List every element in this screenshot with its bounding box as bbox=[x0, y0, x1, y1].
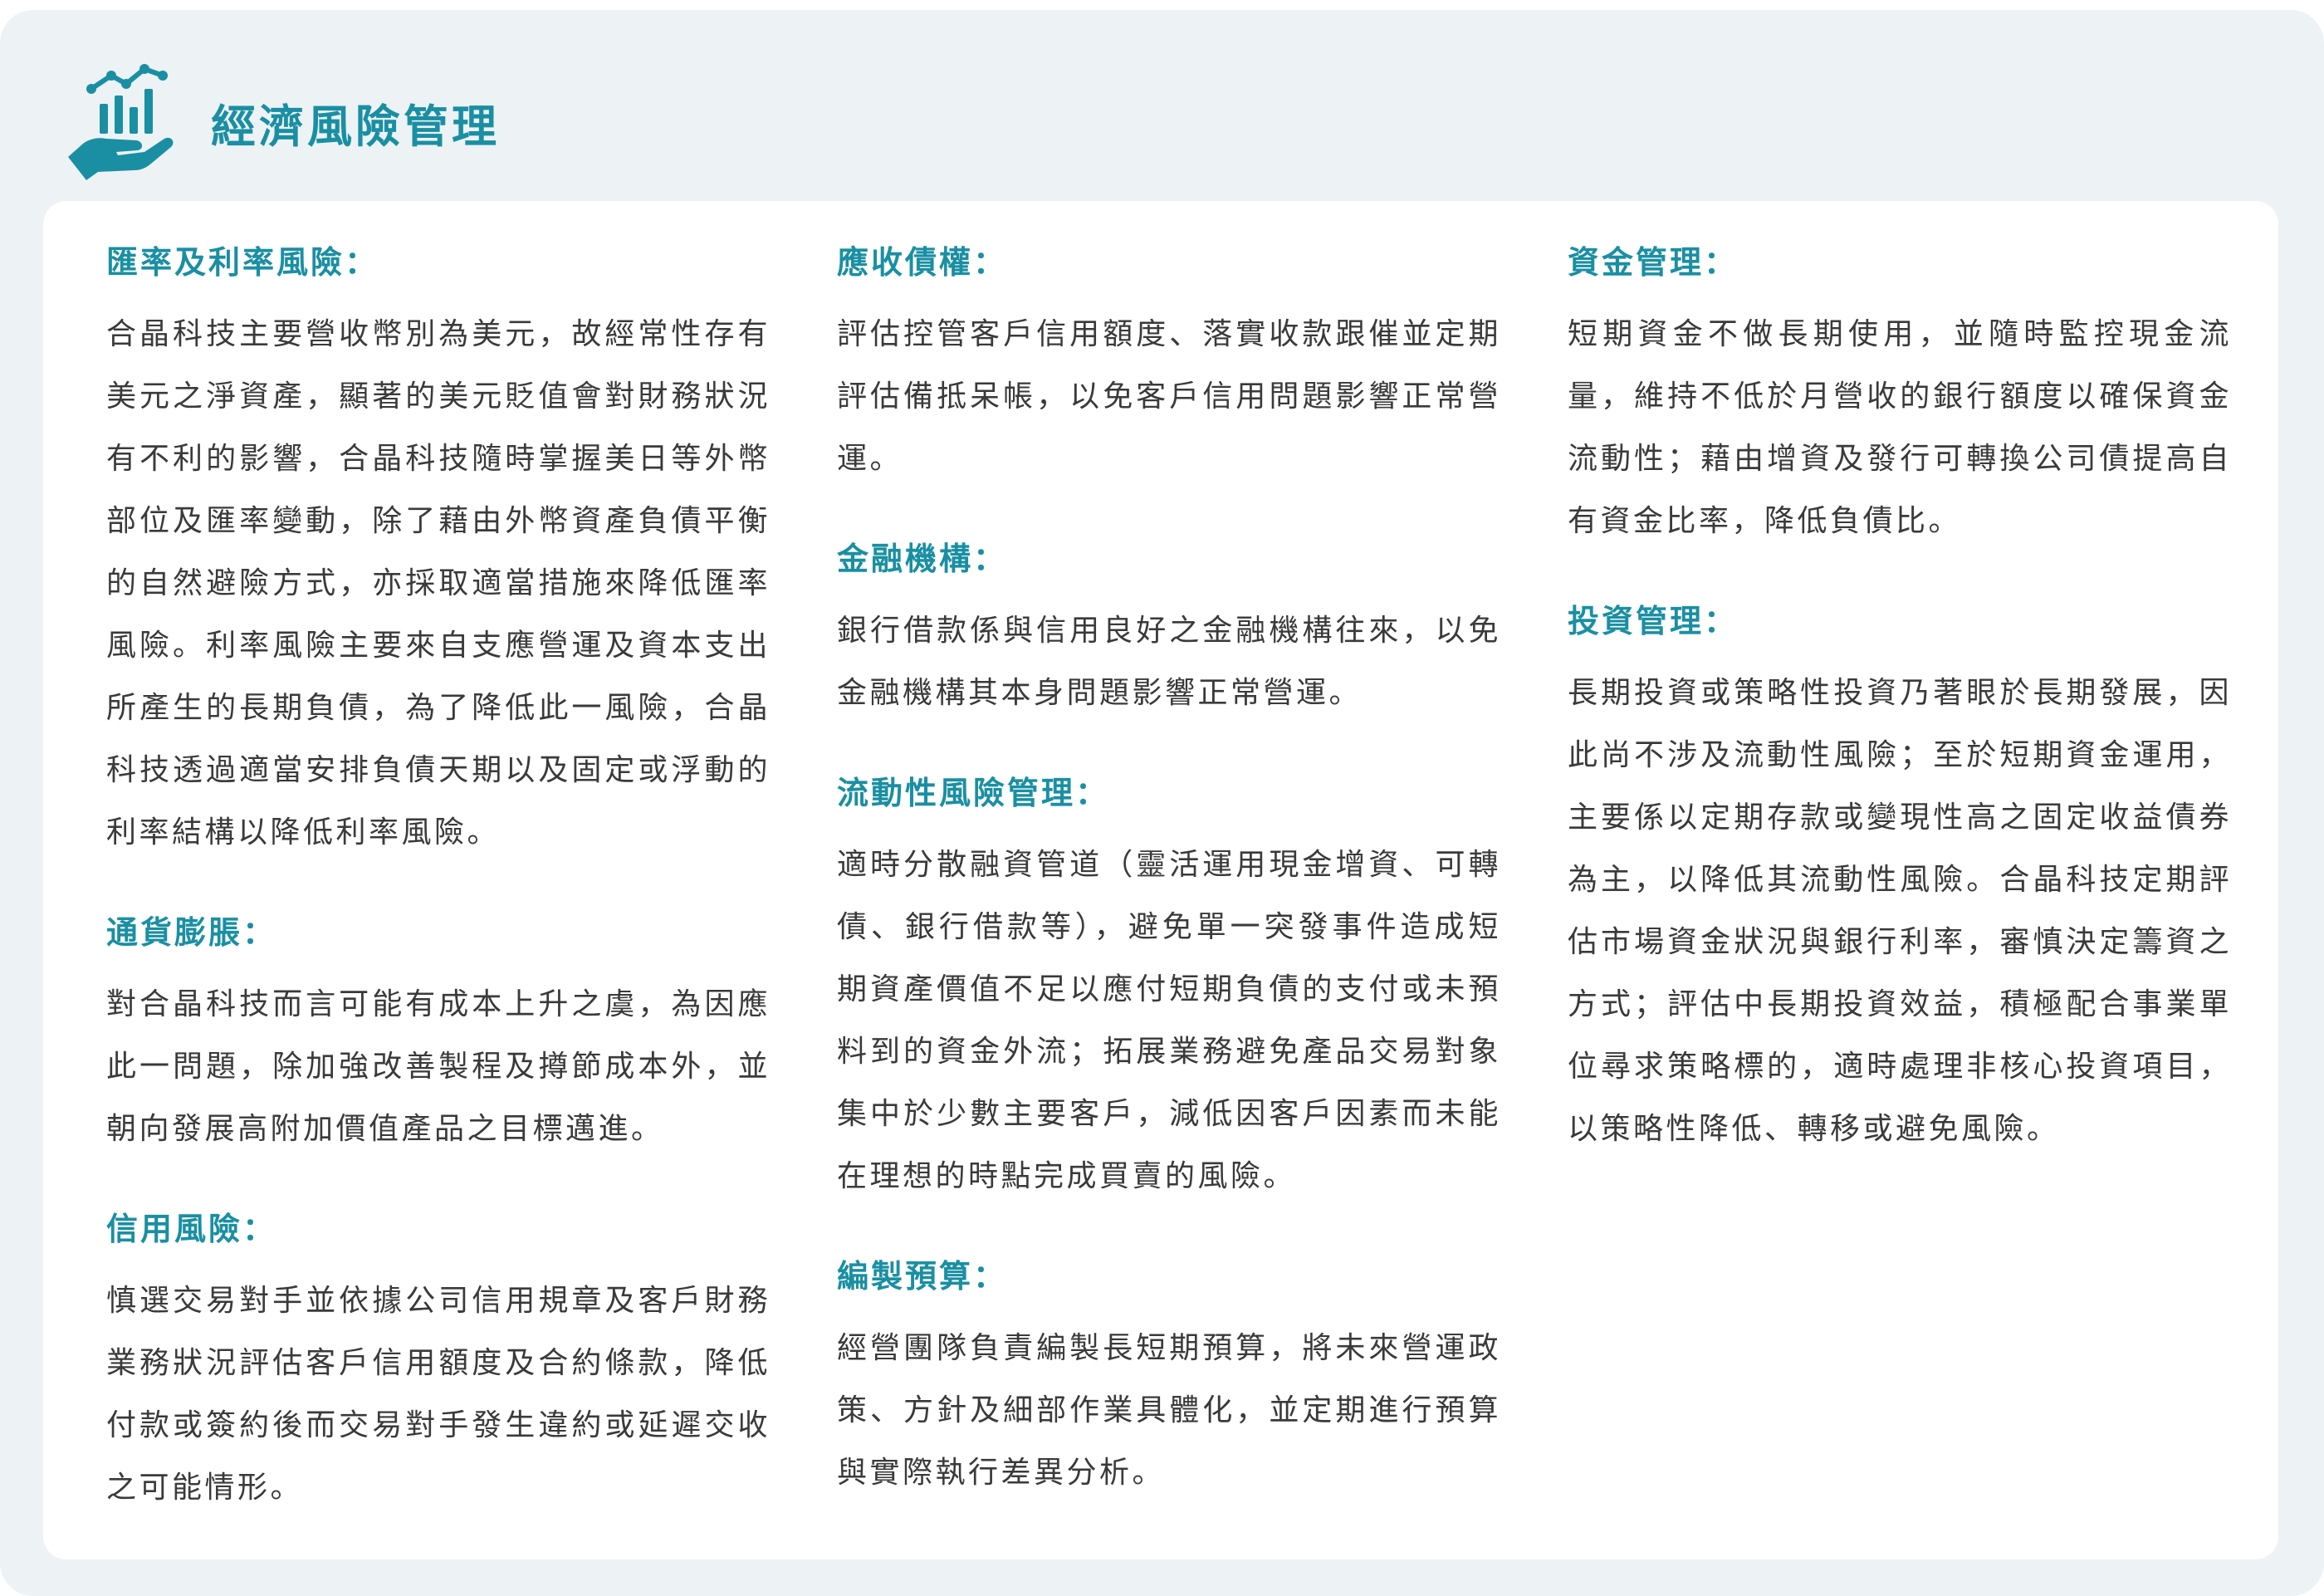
section-inflation: 通貨膨脹： 對合晶科技而言可能有成本上升之虞，為因應此一問題，除加強改善製程及撙… bbox=[106, 908, 771, 1160]
section-heading: 投資管理： bbox=[1568, 603, 1739, 639]
section-investment-management: 投資管理： 長期投資或策略性投資乃著眼於長期發展，因此尚不涉及流動性風險；至於短… bbox=[1568, 597, 2232, 1160]
page-title: 經濟風險管理 bbox=[211, 100, 500, 153]
section-credit-risk: 信用風險： 慎選交易對手並依據公司信用規章及客戶財務業務狀況評估客戶信用額度及合… bbox=[106, 1205, 771, 1519]
section-heading: 匯率及利率風險： bbox=[106, 244, 379, 281]
section-body: 銀行借款係與信用良好之金融機構往來，以免金融機構其本身問題影響正常營運。 bbox=[837, 614, 1501, 710]
section-body: 對合晶科技而言可能有成本上升之虞，為因應此一問題，除加強改善製程及撙節成本外，並… bbox=[106, 987, 771, 1146]
section-heading: 資金管理： bbox=[1568, 244, 1739, 281]
column-left: 匯率及利率風險： 合晶科技主要營收幣別為美元，故經常性存有美元之淨資產，顯著的美… bbox=[106, 238, 771, 1564]
section-heading: 應收債權： bbox=[837, 244, 1008, 281]
section-financial-institutions: 金融機構： 銀行借款係與信用良好之金融機構往來，以免金融機構其本身問題影響正常營… bbox=[837, 535, 1501, 724]
section-fx-interest-risk: 匯率及利率風險： 合晶科技主要營收幣別為美元，故經常性存有美元之淨資產，顯著的美… bbox=[106, 238, 771, 864]
column-middle: 應收債權： 評估控管客戶信用額度、落實收款跟催並定期評估備抵呆帳，以免客戶信用問… bbox=[837, 238, 1501, 1549]
section-body: 慎選交易對手並依據公司信用規章及客戶財務業務狀況評估客戶信用額度及合約條款，降低… bbox=[106, 1284, 771, 1505]
section-receivables: 應收債權： 評估控管客戶信用額度、落實收款跟催並定期評估備抵呆帳，以免客戶信用問… bbox=[837, 238, 1501, 490]
page-frame: 經濟風險管理 匯率及利率風險： 合晶科技主要營收幣別為美元，故經常性存有美元之淨… bbox=[0, 10, 2324, 1596]
section-body: 短期資金不做長期使用，並隨時監控現金流量，維持不低於月營收的銀行額度以確保資金流… bbox=[1568, 317, 2232, 538]
section-liquidity-risk: 流動性風險管理： 適時分散融資管道（靈活運用現金增資、可轉債、銀行借款等），避免… bbox=[837, 769, 1501, 1207]
section-fund-management: 資金管理： 短期資金不做長期使用，並隨時監控現金流量，維持不低於月營收的銀行額度… bbox=[1568, 238, 2232, 552]
section-budgeting: 編製預算： 經營團隊負責編製長短期預算，將未來營運政策、方針及細部作業具體化，並… bbox=[837, 1252, 1501, 1504]
section-body: 長期投資或策略性投資乃著眼於長期發展，因此尚不涉及流動性風險；至於短期資金運用，… bbox=[1568, 676, 2232, 1146]
section-body: 評估控管客戶信用額度、落實收款跟催並定期評估備抵呆帳，以免客戶信用問題影響正常營… bbox=[837, 317, 1501, 476]
section-body: 合晶科技主要營收幣別為美元，故經常性存有美元之淨資產，顯著的美元貶值會對財務狀況… bbox=[106, 317, 771, 849]
section-body: 經營團隊負責編製長短期預算，將未來營運政策、方針及細部作業具體化，並定期進行預算… bbox=[837, 1331, 1501, 1490]
hand-chart-icon bbox=[68, 64, 174, 180]
section-heading: 金融機構： bbox=[837, 541, 1008, 577]
section-heading: 流動性風險管理： bbox=[837, 775, 1110, 811]
section-heading: 信用風險： bbox=[106, 1211, 277, 1247]
column-right: 資金管理： 短期資金不做長期使用，並隨時監控現金流量，維持不低於月營收的銀行額度… bbox=[1568, 238, 2232, 1205]
section-heading: 編製預算： bbox=[837, 1258, 1008, 1295]
section-body: 適時分散融資管道（靈活運用現金增資、可轉債、銀行借款等），避免單一突發事件造成短… bbox=[837, 848, 1501, 1193]
content-card: 匯率及利率風險： 合晶科技主要營收幣別為美元，故經常性存有美元之淨資產，顯著的美… bbox=[43, 201, 2278, 1559]
section-heading: 通貨膨脹： bbox=[106, 914, 277, 951]
page-header: 經濟風險管理 bbox=[65, 60, 500, 184]
